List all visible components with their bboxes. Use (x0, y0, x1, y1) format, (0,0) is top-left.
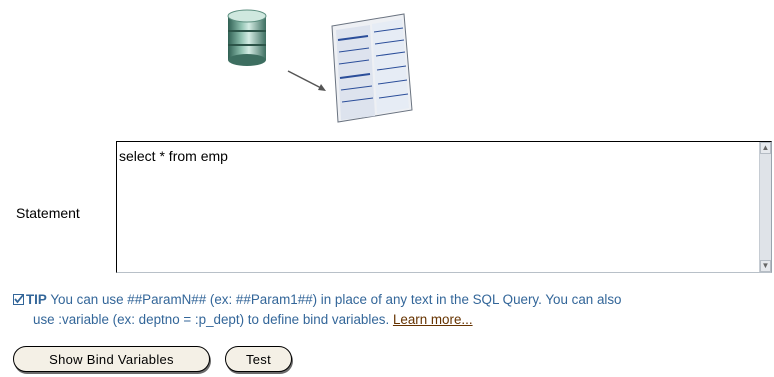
report-page-icon (331, 13, 413, 123)
test-button[interactable]: Test (225, 346, 292, 372)
vertical-scrollbar[interactable]: ▲ ▼ (759, 142, 771, 272)
statement-label: Statement (16, 205, 80, 221)
database-icon (227, 9, 267, 66)
tip-line-1: TIP You can use ##ParamN## (ex: ##Param1… (13, 290, 768, 310)
tip-box: TIP You can use ##ParamN## (ex: ##Param1… (13, 290, 768, 330)
tip-line-2: use :variable (ex: deptno = :p_dept) to … (13, 310, 768, 330)
scroll-down-icon[interactable]: ▼ (760, 260, 771, 272)
tip-text-line-2: use :variable (ex: deptno = :p_dept) to … (33, 312, 390, 327)
tip-text-line-1: You can use ##ParamN## (ex: ##Param1##) … (46, 292, 622, 307)
learn-more-link[interactable]: Learn more... (393, 312, 473, 327)
database-to-report-illustration (227, 9, 413, 123)
statement-text[interactable]: select * from emp (119, 148, 228, 164)
scroll-up-icon[interactable]: ▲ (760, 142, 771, 154)
tip-label: TIP (26, 292, 47, 307)
statement-textarea[interactable]: select * from emp ▲ ▼ (116, 141, 772, 273)
checkmark-icon (13, 294, 24, 305)
arrow-icon (287, 70, 326, 91)
show-bind-variables-button[interactable]: Show Bind Variables (13, 346, 210, 372)
